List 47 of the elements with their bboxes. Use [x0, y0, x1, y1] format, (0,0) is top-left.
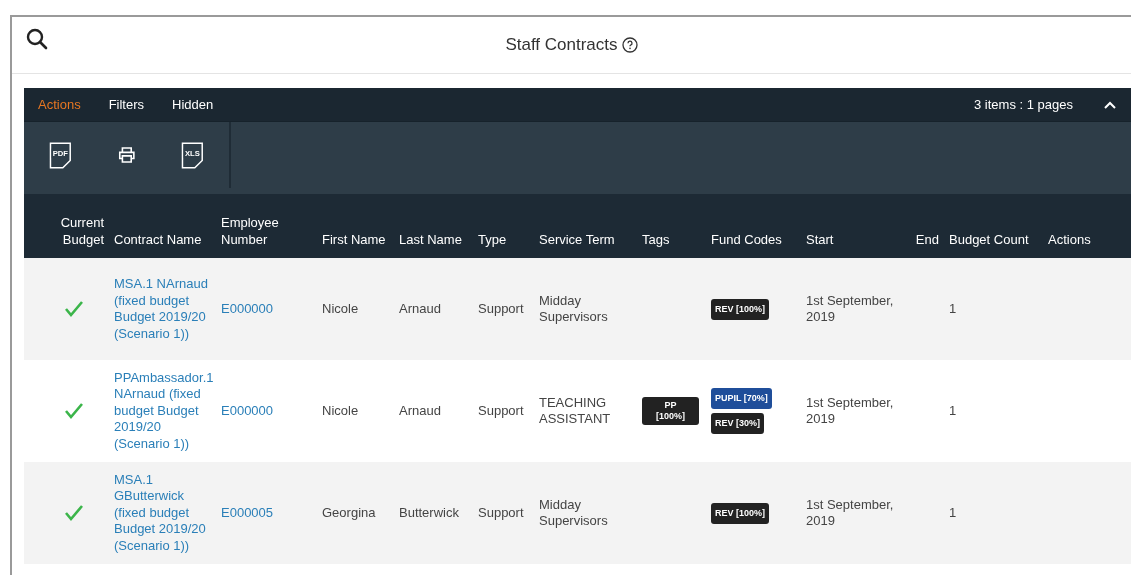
contract-link[interactable]: MSA.1 NArnaud (fixed budget Budget 2019/20 (Scenario 1))	[114, 276, 209, 342]
table-cell: 1	[949, 402, 957, 420]
pagination-info: 3 items : 1 pages	[974, 97, 1073, 112]
table-cell-text: Midday Supervisors	[539, 496, 609, 530]
fund-code-chip: REV [100%]	[711, 502, 770, 524]
table-cell: Arnaud	[399, 402, 441, 420]
table-cell-text: Midday Supervisors	[539, 292, 609, 326]
tab[interactable]: Filters	[94, 88, 159, 121]
table-cell: 1	[949, 504, 957, 522]
column-header[interactable]: Tags	[636, 231, 705, 248]
employee-link[interactable]: E000000	[221, 402, 274, 420]
contract-link[interactable]: PPAmbassador.1 NArnaud (fixed budget Budget 2019/20 (Scenario 1))	[114, 369, 214, 453]
table-cell: Nicole	[322, 402, 359, 420]
column-header[interactable]: First Name	[316, 231, 393, 248]
column-header[interactable]: Current Budget	[24, 214, 108, 248]
contract-link[interactable]: MSA.1 GButterwick (fixed budget Budget 2019/20 (Scenario 1))	[114, 471, 209, 555]
table-cell: 1	[949, 300, 957, 318]
table-cell: Arnaud	[399, 300, 441, 318]
column-header[interactable]: Actions	[1040, 231, 1128, 248]
employee-link[interactable]: E000000	[221, 300, 274, 318]
tag-chip: PP [100%]	[642, 397, 699, 425]
table-cell-text: 1st September, 2019	[806, 496, 895, 530]
column-header[interactable]: Employee Number	[215, 214, 316, 248]
table-cell: Support	[478, 300, 524, 318]
tab[interactable]: Actions	[38, 88, 95, 121]
table-cell: Butterwick	[399, 504, 459, 522]
column-header[interactable]: End	[905, 231, 943, 248]
column-header[interactable]: Service Term	[533, 231, 636, 248]
column-header[interactable]: Start	[800, 231, 905, 248]
column-header[interactable]: Contract Name	[108, 231, 215, 248]
table-cell-text: 1st September, 2019	[806, 394, 895, 428]
table-cell: Support	[478, 402, 524, 420]
fund-code-chip: REV [30%]	[711, 413, 764, 434]
column-header[interactable]: Last Name	[393, 231, 472, 248]
table-cell: Support	[478, 504, 524, 522]
page-title: Staff Contracts	[505, 35, 618, 55]
fund-code-chip: REV [100%]	[711, 298, 770, 320]
column-header[interactable]: Fund Codes	[705, 231, 800, 248]
employee-link[interactable]: E000005	[221, 504, 274, 522]
table-cell: Nicole	[322, 300, 359, 318]
table-cell: Georgina	[322, 504, 376, 522]
column-header[interactable]: Budget Count	[943, 231, 1040, 248]
table-cell-text: 1st September, 2019	[806, 292, 895, 326]
fund-code-chip: PUPIL [70%]	[711, 388, 772, 409]
table-cell-text: TEACHING ASSISTANT	[539, 394, 612, 428]
tab[interactable]: Hidden	[158, 88, 228, 121]
column-header[interactable]: Type	[472, 231, 533, 248]
